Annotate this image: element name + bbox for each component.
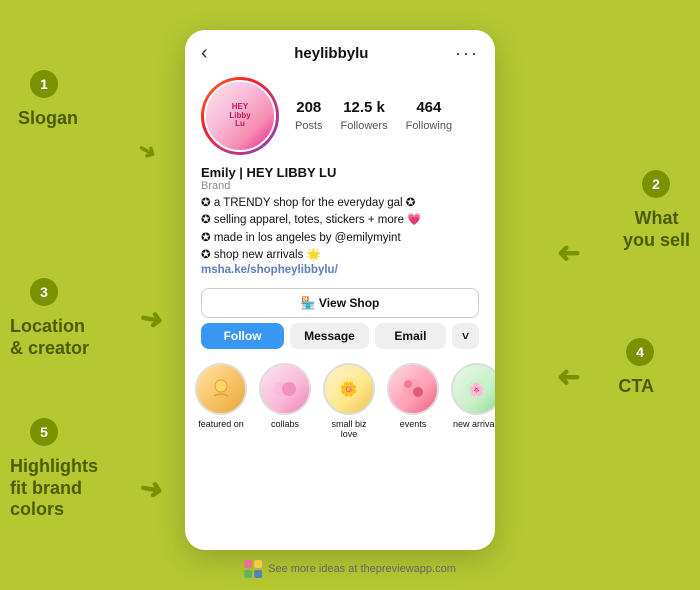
highlight-circle-newarrivals: 🌸: [451, 363, 495, 415]
stat-followers: 12.5 k Followers: [341, 99, 388, 134]
svg-text:🌼: 🌼: [340, 381, 357, 398]
email-button[interactable]: Email: [375, 323, 446, 349]
ig-bio: Emily | HEY LIBBY LU Brand ✪ a TRENDY sh…: [185, 163, 495, 282]
highlight-circle-featured: [195, 363, 247, 415]
arrow-location: ➜: [137, 300, 166, 337]
label-what-you-sell: Whatyou sell: [623, 208, 690, 251]
arrow-what-you-sell: ➜: [557, 236, 580, 269]
highlight-circle-collabs: [259, 363, 311, 415]
action-buttons: Follow Message Email ˅: [185, 323, 495, 357]
arrow-highlights: ➜: [137, 470, 166, 507]
more-options-button[interactable]: ···: [455, 43, 479, 64]
ig-stats: 208 Posts 12.5 k Followers 464 Following: [295, 99, 452, 134]
highlight-circle-smallbiz: 🌼: [323, 363, 375, 415]
ig-display-name: Emily | HEY LIBBY LU: [201, 165, 479, 180]
label-location-creator: Location& creator: [10, 316, 89, 359]
label-number-5: 5: [30, 418, 58, 446]
svg-text:🌸: 🌸: [469, 382, 485, 397]
bio-line-3: ✪ made in los angeles by @emilymyint: [201, 230, 479, 247]
highlight-events[interactable]: events: [387, 363, 439, 439]
highlight-label-newarrivals: new arrivals: [453, 419, 495, 429]
ig-link[interactable]: msha.ke/shopheylibbylu/: [201, 264, 479, 276]
highlight-label-events: events: [400, 419, 427, 429]
bio-line-1: ✪ a TRENDY shop for the everyday gal ✪: [201, 195, 479, 212]
label-slogan: Slogan: [18, 108, 78, 130]
highlight-label-featured: featured on: [198, 419, 244, 429]
highlight-new-arrivals[interactable]: 🌸 new arrivals: [451, 363, 495, 439]
label-number-3: 3: [30, 278, 58, 306]
avatar: HEYLibbyLu: [204, 80, 276, 152]
label-number-4: 4: [626, 338, 654, 366]
view-shop-button[interactable]: 🏪 View Shop: [201, 288, 479, 318]
highlight-collabs[interactable]: collabs: [259, 363, 311, 439]
highlight-small-biz-love[interactable]: 🌼 small biz love: [323, 363, 375, 439]
stat-posts: 208 Posts: [295, 99, 323, 134]
arrow-slogan: ➜: [133, 135, 162, 167]
highlight-circle-events: [387, 363, 439, 415]
follow-button[interactable]: Follow: [201, 323, 284, 349]
label-cta: CTA: [618, 376, 654, 398]
ig-highlights: featured on collabs 🌼 small biz love eve…: [185, 357, 495, 449]
ig-category: Brand: [201, 180, 479, 192]
arrow-cta: ➜: [557, 360, 580, 393]
label-number-2: 2: [642, 170, 670, 198]
label-number-1: 1: [30, 70, 58, 98]
back-button[interactable]: ‹: [201, 42, 208, 65]
stat-following: 464 Following: [406, 99, 452, 134]
avatar-ring: HEYLibbyLu: [201, 77, 279, 155]
highlight-featured-on[interactable]: featured on: [195, 363, 247, 439]
highlight-label-smallbiz: small biz love: [323, 419, 375, 439]
bio-line-2: ✪ selling apparel, totes, stickers + mor…: [201, 212, 479, 229]
ig-header: ‹ heylibbylu ···: [185, 30, 495, 73]
bio-line-4: ✪ shop new arrivals 🌟: [201, 247, 479, 264]
label-highlights: Highlightsfit brandcolors: [10, 456, 98, 521]
ig-username: heylibbylu: [294, 45, 368, 62]
watermark: See more ideas at thepreviewapp.com: [244, 560, 456, 578]
ig-profile-row: HEYLibbyLu 208 Posts 12.5 k Followers 46…: [185, 73, 495, 163]
highlight-label-collabs: collabs: [271, 419, 299, 429]
message-button[interactable]: Message: [290, 323, 369, 349]
phone-mockup: ‹ heylibbylu ··· HEYLibbyLu 208 Posts 12…: [185, 30, 495, 550]
watermark-icon: [244, 560, 262, 578]
dropdown-button[interactable]: ˅: [452, 323, 479, 349]
